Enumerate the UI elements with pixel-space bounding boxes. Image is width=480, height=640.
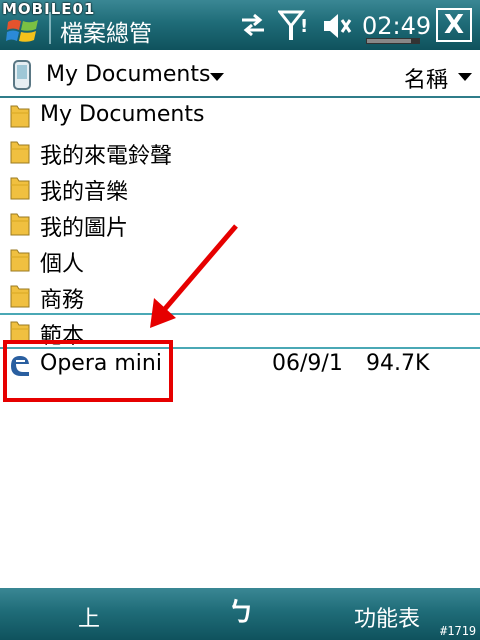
clock[interactable]: 02:49: [362, 12, 431, 40]
softkey-up[interactable]: 上: [78, 601, 100, 633]
item-name: My Documents: [40, 102, 205, 127]
annotation-arrow-icon: [150, 224, 238, 328]
folder-icon: [10, 177, 30, 200]
item-name: 個人: [40, 252, 85, 277]
start-menu-icon[interactable]: [6, 16, 40, 46]
input-panel-icon[interactable]: ㄅ: [228, 592, 254, 629]
volume-icon[interactable]: [320, 10, 354, 42]
folder-icon: [10, 105, 30, 128]
item-name: 我的圖片: [40, 216, 129, 241]
folder-icon: [10, 213, 30, 236]
softkey-menu[interactable]: 功能表: [354, 601, 420, 633]
title-separator: [49, 12, 51, 44]
connectivity-icon[interactable]: [238, 12, 268, 38]
item-name: 商務: [40, 288, 85, 313]
folder-row[interactable]: My Documents: [0, 99, 480, 135]
app-title: 檔案總管: [60, 21, 152, 47]
item-name: 我的音樂: [40, 180, 129, 205]
folder-icon: [10, 249, 30, 272]
item-size: 94.7K: [366, 351, 430, 376]
svg-text:!: !: [300, 16, 308, 37]
close-button[interactable]: X: [436, 8, 472, 42]
annotation-box: [3, 340, 173, 402]
item-date: 06/9/1: [272, 351, 343, 376]
chevron-down-icon[interactable]: [210, 73, 224, 81]
battery-icon[interactable]: [366, 38, 420, 44]
folder-dropdown[interactable]: My Documents: [46, 62, 210, 87]
chevron-down-icon[interactable]: [458, 73, 472, 81]
item-name: 我的來電鈴聲: [40, 144, 173, 169]
signal-icon[interactable]: !: [278, 10, 312, 42]
screenshot-id: #1719: [440, 624, 477, 638]
folder-row[interactable]: 我的來電鈴聲: [0, 135, 480, 171]
folder-icon: [10, 141, 30, 164]
device-icon: [13, 60, 31, 90]
folder-icon: [10, 285, 30, 308]
folder-row[interactable]: 我的音樂: [0, 171, 480, 207]
sort-dropdown[interactable]: 名稱: [404, 62, 448, 94]
